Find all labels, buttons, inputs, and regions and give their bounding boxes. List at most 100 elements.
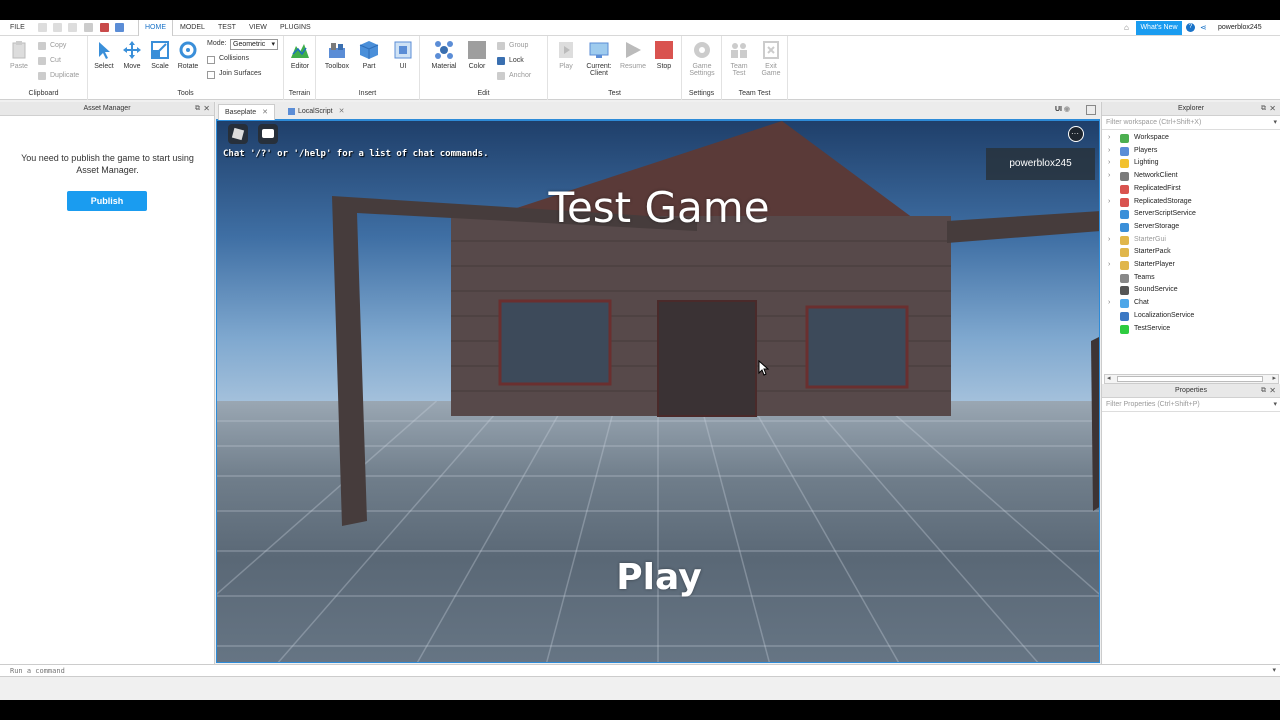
close-icon[interactable]: ✕ [203, 102, 210, 116]
toolbox-button[interactable]: Toolbox [322, 40, 352, 70]
pin-icon[interactable]: ⧉ [1261, 384, 1266, 398]
undo-icon[interactable] [53, 23, 62, 32]
expand-arrow-icon[interactable]: › [1108, 297, 1110, 309]
explorer-filter-input[interactable]: Filter workspace (Ctrl+Shift+X) ▾ [1102, 116, 1280, 130]
chevron-down-icon[interactable]: ▾ [1272, 665, 1276, 677]
paste-button[interactable]: Paste [4, 40, 34, 70]
pin-icon[interactable]: ⧉ [1261, 102, 1266, 116]
game-settings-button[interactable]: Game Settings [687, 40, 717, 77]
customize-icon[interactable] [115, 23, 124, 32]
scale-button[interactable]: Scale [145, 40, 175, 70]
move-button[interactable]: Move [117, 40, 147, 70]
publish-button[interactable]: Publish [67, 191, 147, 211]
roblox-menu-button[interactable] [228, 124, 248, 144]
duplicate-button[interactable]: Duplicate [38, 70, 79, 82]
chevron-down-icon[interactable]: ▾ [1273, 116, 1277, 130]
terrain-editor-button[interactable]: Editor [285, 40, 315, 70]
explorer-item[interactable]: ReplicatedFirst [1102, 183, 1280, 195]
service-icon [1120, 261, 1129, 270]
ui-visibility-toggle[interactable]: UI ◉ [1055, 105, 1070, 113]
tab-test[interactable]: TEST [212, 20, 242, 36]
select-button[interactable]: Select [89, 40, 119, 70]
tab-home[interactable]: HOME [138, 20, 173, 36]
chat-button[interactable] [258, 124, 278, 144]
tab-plugins[interactable]: PLUGINS [274, 20, 317, 36]
tab-file[interactable]: FILE [4, 20, 31, 36]
close-icon[interactable]: ✕ [1269, 384, 1276, 398]
maximize-icon[interactable] [1086, 105, 1096, 115]
explorer-scrollbar[interactable]: ◂ ▸ [1104, 374, 1279, 384]
close-icon[interactable]: ✕ [1269, 102, 1276, 116]
exit-game-button[interactable]: Exit Game [756, 40, 786, 77]
team-test-button[interactable]: Team Test [724, 40, 754, 77]
explorer-item[interactable]: › Lighting [1102, 157, 1280, 169]
notification-icon[interactable]: ⌂ [1124, 23, 1133, 32]
stop-icon[interactable] [100, 23, 109, 32]
scroll-thumb[interactable] [1117, 376, 1263, 382]
scroll-left-icon[interactable]: ◂ [1107, 375, 1111, 383]
explorer-item[interactable]: › StarterGui [1102, 234, 1280, 246]
explorer-item[interactable]: › ReplicatedStorage [1102, 196, 1280, 208]
expand-arrow-icon[interactable]: › [1108, 234, 1110, 246]
cut-button[interactable]: Cut [38, 55, 61, 67]
tab-model[interactable]: MODEL [174, 20, 211, 36]
group-button[interactable]: Group [497, 40, 528, 52]
explorer-item[interactable]: StarterPack [1102, 246, 1280, 258]
explorer-item[interactable]: Teams [1102, 272, 1280, 284]
tab-localscript[interactable]: LocalScript ✕ [282, 104, 351, 120]
explorer-item[interactable]: ServerStorage [1102, 221, 1280, 233]
chevron-down-icon[interactable]: ▾ [1273, 398, 1277, 412]
explorer-item[interactable]: TestService [1102, 323, 1280, 335]
lock-button[interactable]: Lock [497, 55, 524, 67]
explorer-item[interactable]: › StarterPlayer [1102, 259, 1280, 271]
whats-new-button[interactable]: What's New [1136, 21, 1182, 35]
current-client-button[interactable]: Current: Client [584, 40, 614, 77]
material-button[interactable]: Material [429, 40, 459, 70]
scroll-right-icon[interactable]: ▸ [1272, 375, 1276, 383]
client-icon [589, 42, 609, 58]
explorer-item[interactable]: SoundService [1102, 284, 1280, 296]
expand-arrow-icon[interactable]: › [1108, 157, 1110, 169]
mode-select[interactable]: Geometric ▾ [230, 39, 278, 50]
username[interactable]: powerblox245 [1218, 20, 1262, 36]
explorer-item[interactable]: LocalizationService [1102, 310, 1280, 322]
help-icon[interactable]: ? [1186, 23, 1195, 32]
expand-arrow-icon[interactable]: › [1108, 145, 1110, 157]
play-button[interactable]: Play [551, 40, 581, 70]
ui-button[interactable]: UI [388, 40, 418, 70]
explorer-item[interactable]: › Players [1102, 145, 1280, 157]
expand-arrow-icon[interactable]: › [1108, 196, 1110, 208]
part-button[interactable]: Part [354, 40, 384, 70]
properties-filter-input[interactable]: Filter Properties (Ctrl+Shift+P) ▾ [1102, 398, 1280, 412]
share-icon[interactable]: ⋖ [1200, 23, 1209, 32]
join-surfaces-checkbox[interactable] [207, 71, 215, 79]
close-tab-icon[interactable]: ✕ [339, 108, 345, 115]
close-tab-icon[interactable]: ✕ [262, 109, 268, 116]
anchor-button[interactable]: Anchor [497, 70, 531, 82]
explorer-item[interactable]: › NetworkClient [1102, 170, 1280, 182]
color-button[interactable]: Color [462, 40, 492, 70]
explorer-item[interactable]: › Chat [1102, 297, 1280, 309]
tab-view[interactable]: VIEW [243, 20, 273, 36]
team-test-label: Team Test [738, 90, 771, 97]
expand-arrow-icon[interactable]: › [1108, 132, 1110, 144]
more-options-icon[interactable]: ··· [1068, 126, 1084, 142]
new-file-icon[interactable] [38, 23, 47, 32]
rotate-button[interactable]: Rotate [173, 40, 203, 70]
copy-button[interactable]: Copy [38, 40, 66, 52]
expand-arrow-icon[interactable]: › [1108, 170, 1110, 182]
chat-hint: Chat '/?' or '/help' for a list of chat … [223, 149, 489, 159]
redo-icon[interactable] [68, 23, 77, 32]
explorer-item[interactable]: › Workspace [1102, 132, 1280, 144]
expand-arrow-icon[interactable]: › [1108, 259, 1110, 271]
explorer-item[interactable]: ServerScriptService [1102, 208, 1280, 220]
stop-button[interactable]: Stop [649, 40, 679, 70]
pin-icon[interactable]: ⧉ [195, 102, 200, 116]
tab-baseplate[interactable]: Baseplate ✕ [218, 104, 276, 120]
save-icon[interactable] [84, 23, 93, 32]
command-input[interactable] [2, 665, 1272, 677]
collisions-checkbox[interactable] [207, 56, 215, 64]
resume-button[interactable]: Resume [618, 40, 648, 70]
play-button-gui[interactable]: Play [217, 557, 1099, 598]
game-viewport[interactable]: Chat '/?' or '/help' for a list of chat … [216, 120, 1100, 663]
